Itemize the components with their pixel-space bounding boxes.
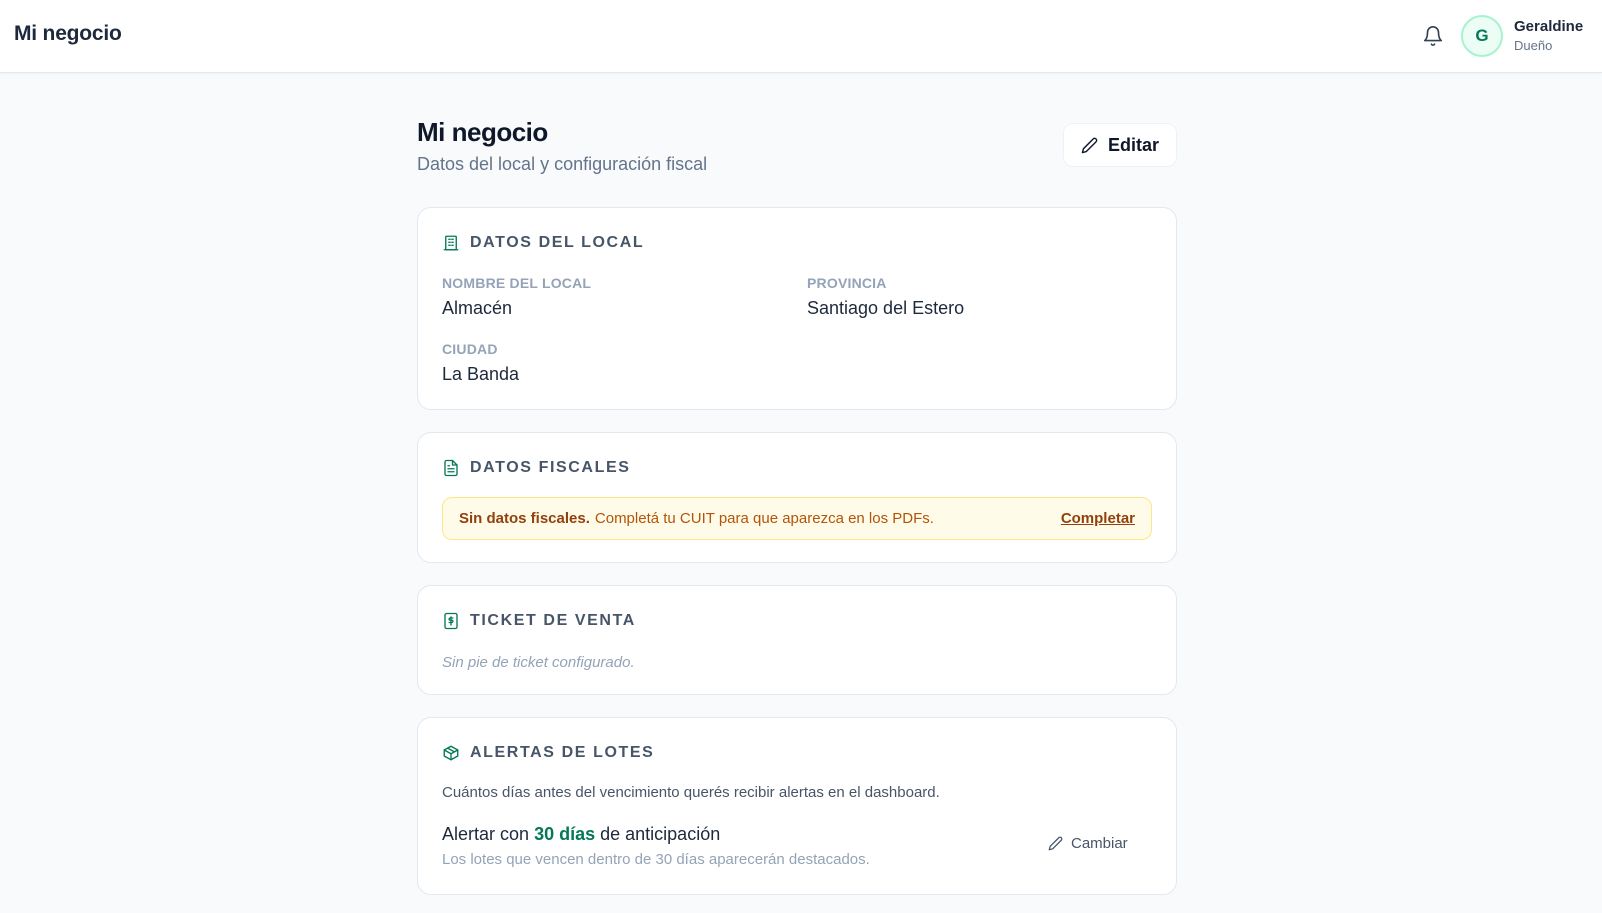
change-alert-button[interactable]: Cambiar (1048, 835, 1128, 852)
user-name[interactable]: Geraldine (1514, 18, 1583, 35)
card-header: DATOS DEL LOCAL (442, 234, 644, 252)
ciudad-value: La Banda (442, 364, 520, 384)
avatar[interactable]: G (1461, 15, 1503, 57)
lotes-description: Cuántos días antes del vencimiento queré… (442, 784, 940, 801)
card-header: ALERTAS DE LOTES (442, 744, 654, 762)
document-icon (444, 459, 458, 477)
card-title: TICKET DE VENTA (470, 612, 636, 629)
alert-prefix: Alertar con (442, 824, 530, 844)
card-header: DATOS FISCALES (442, 459, 631, 477)
card-title: DATOS DEL LOCAL (470, 234, 645, 251)
edit-button-label: Editar (1107, 134, 1159, 155)
card-alertas-lotes: ALERTAS DE LOTES Cuántos días antes del … (417, 717, 1177, 895)
ticket-empty-text: Sin pie de ticket configurado. (442, 654, 635, 671)
ciudad-label: CIUDAD (442, 341, 498, 357)
card-title: ALERTAS DE LOTES (470, 744, 655, 761)
user-role: Dueño (1514, 38, 1553, 53)
nombre-label: NOMBRE DEL LOCAL (442, 275, 592, 291)
complete-fiscal-link[interactable]: Completar (1061, 510, 1135, 527)
building-icon (443, 235, 459, 251)
alert-suffix: de anticipación (600, 824, 721, 844)
card-title: DATOS FISCALES (470, 459, 631, 476)
top-bar: Mi negocio G Geraldine Dueño (0, 0, 1602, 73)
page-subtitle: Datos del local y configuración fiscal (417, 154, 708, 174)
notifications-button[interactable] (1421, 24, 1445, 48)
fiscal-warning-banner: Sin datos fiscales. Completá tu CUIT par… (442, 497, 1152, 540)
app-title: Mi negocio (14, 22, 122, 45)
receipt-icon (444, 612, 458, 630)
provincia-value: Santiago del Estero (807, 298, 965, 318)
alert-note: Los lotes que vencen dentro de 30 días a… (442, 851, 870, 868)
card-datos-local: DATOS DEL LOCAL NOMBRE DEL LOCAL Almacén… (417, 207, 1177, 410)
provincia-label: PROVINCIA (807, 275, 887, 291)
pencil-icon (1048, 836, 1063, 851)
page-title: Mi negocio (417, 117, 548, 147)
warning-strong: Sin datos fiscales. (459, 510, 590, 527)
bell-icon (1423, 26, 1443, 46)
alert-setting: Alertar con 30 días de anticipación (442, 824, 720, 845)
edit-button[interactable]: Editar (1063, 123, 1177, 167)
change-button-label: Cambiar (1071, 835, 1128, 852)
pencil-icon (1081, 137, 1098, 153)
nombre-value: Almacén (442, 298, 513, 318)
warning-text: Completá tu CUIT para que aparezca en lo… (594, 510, 934, 527)
alert-days: 30 días (534, 824, 596, 844)
card-header: TICKET DE VENTA (442, 612, 636, 630)
package-icon (443, 745, 459, 761)
card-datos-fiscales: DATOS FISCALES Sin datos fiscales. Compl… (417, 432, 1177, 563)
card-ticket-venta: TICKET DE VENTA Sin pie de ticket config… (417, 585, 1177, 695)
